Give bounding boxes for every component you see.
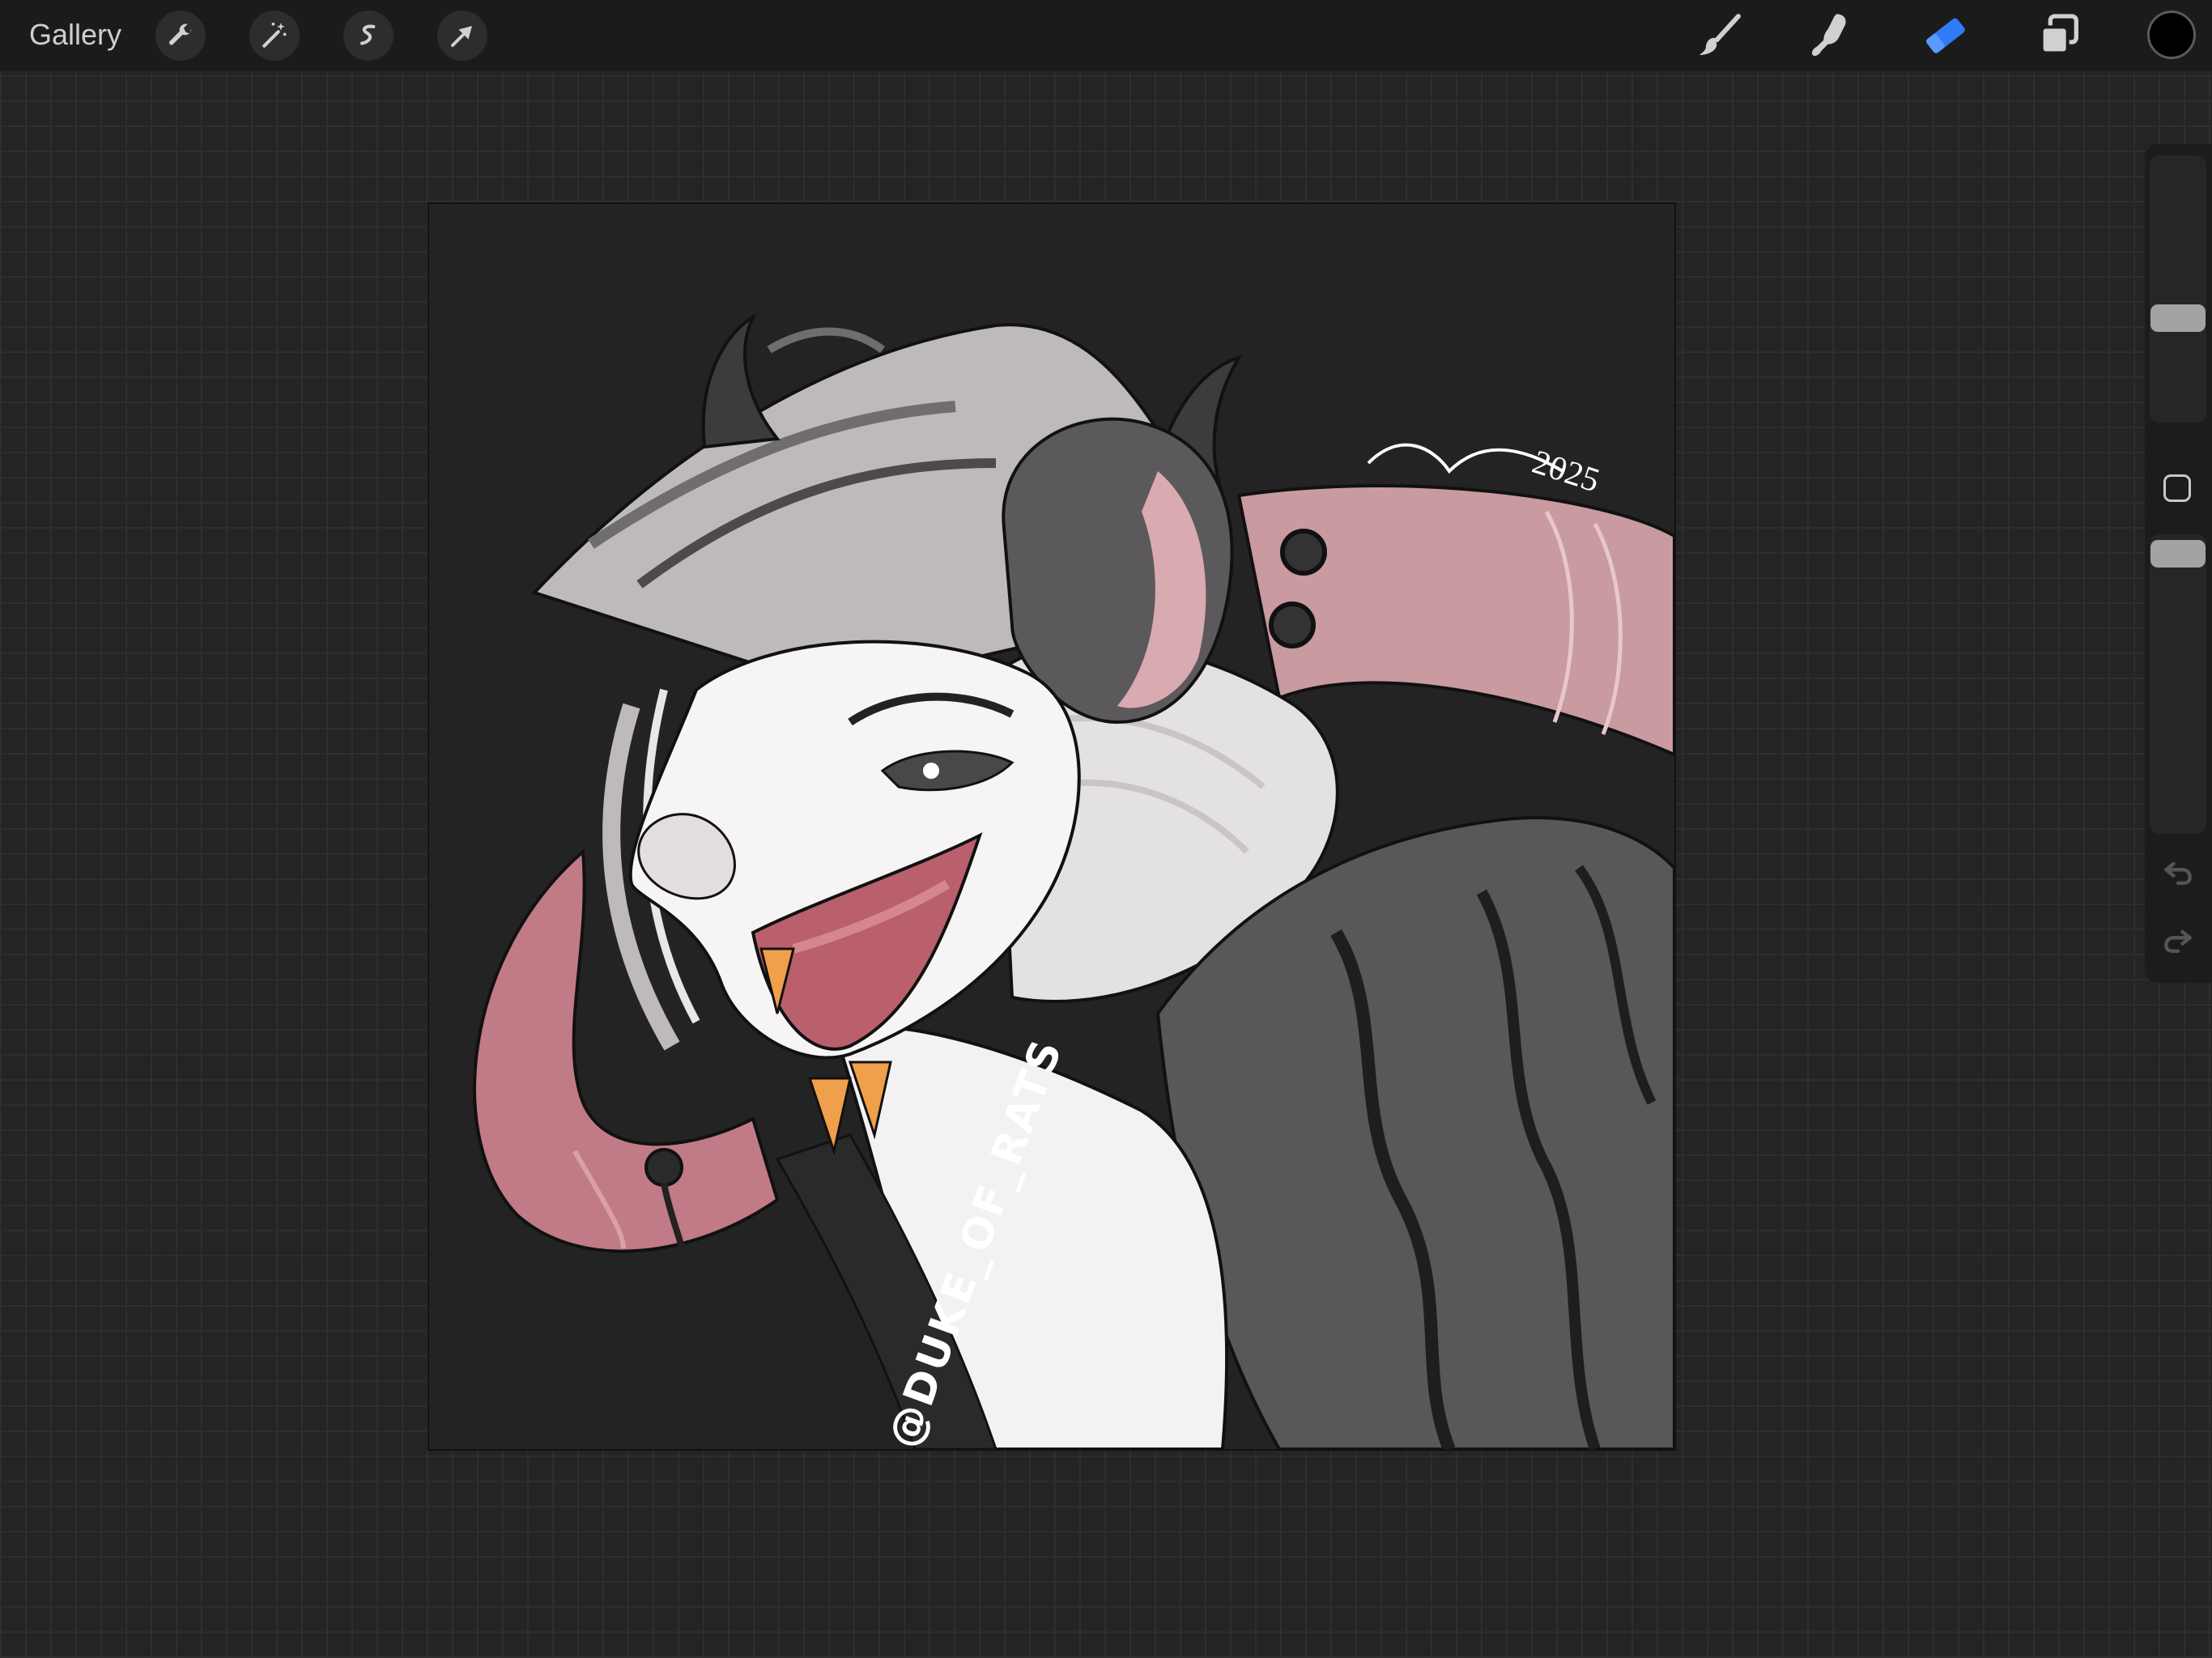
redo-icon[interactable] [2160,923,2196,959]
signature-year: 2025 [1528,444,1604,500]
selection-button[interactable] [343,11,393,61]
magic-wand-icon [262,22,287,48]
brush-size-slider[interactable] [2150,155,2206,423]
transform-arrow-icon [451,26,472,47]
brush-size-thumb[interactable] [2150,304,2206,332]
top-toolbar: Gallery [0,0,2212,71]
brush-opacity-slider[interactable] [2150,534,2206,834]
transform-button[interactable] [437,11,487,61]
brush-icon[interactable] [1693,10,1745,62]
adjustments-button[interactable] [249,11,300,61]
actions-button[interactable] [155,11,206,61]
layers-icon[interactable] [2033,10,2085,62]
undo-icon[interactable] [2160,855,2196,891]
brush-opacity-thumb[interactable] [2150,539,2206,568]
smudge-icon[interactable] [1806,10,1858,62]
selection-icon [360,24,376,45]
drawing-canvas[interactable]: 2025 @DUKE_OF_RATS [428,202,1676,1451]
modify-button[interactable] [2163,474,2191,502]
artwork-illustration: 2025 @DUKE_OF_RATS [473,313,1674,1449]
color-picker-button[interactable] [2147,11,2196,59]
wrench-icon [169,23,192,45]
gallery-button[interactable]: Gallery [29,15,121,55]
eraser-icon[interactable] [1920,10,1972,62]
